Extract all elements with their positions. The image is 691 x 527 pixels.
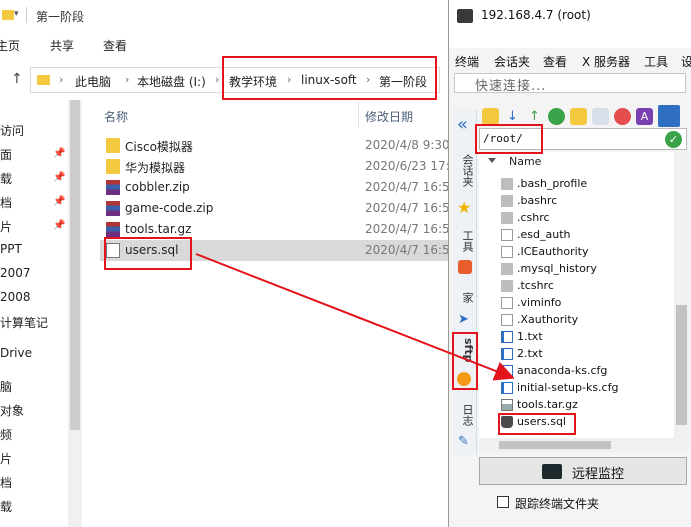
drag-arrow-line [195, 253, 515, 381]
drag-arrow [195, 253, 515, 381]
